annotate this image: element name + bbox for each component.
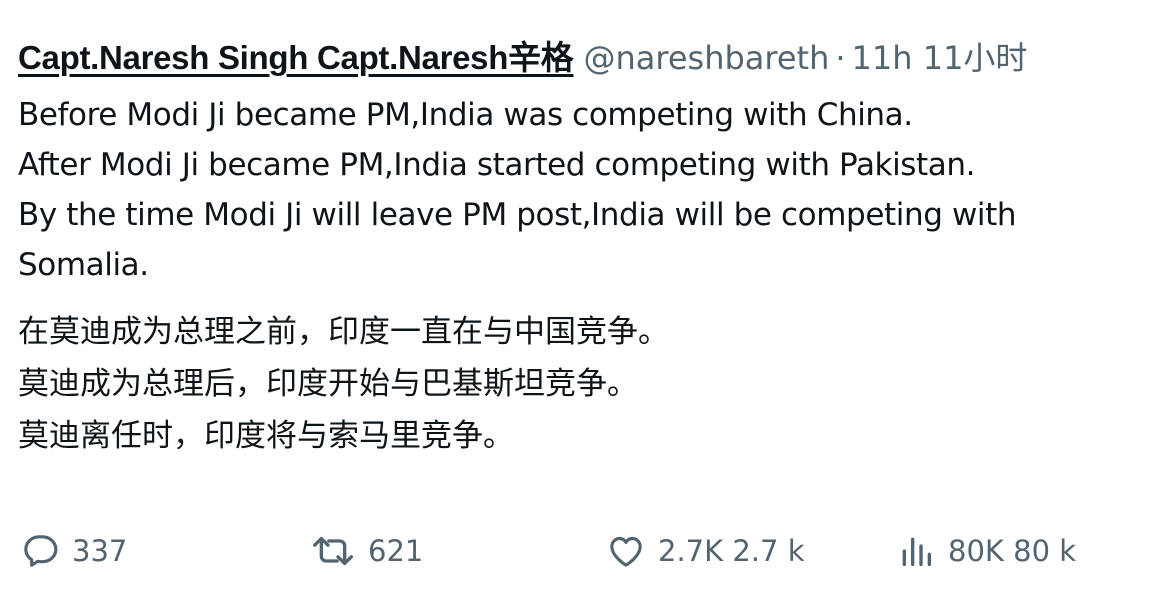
tweet-text-line: After Modi Ji became PM,India started co… [18, 147, 976, 183]
tweet-text-line: Somalia. [18, 247, 149, 283]
separator-dot: · [835, 39, 846, 77]
author-display-name[interactable]: Capt.Naresh Singh Capt.Naresh辛格 [18, 39, 574, 76]
tweet-timestamp[interactable]: 11h 11小时 [852, 39, 1028, 77]
reply-icon [20, 531, 60, 571]
reply-count: 337 [72, 534, 128, 568]
tweet-action-bar: 337 621 2.7K 2.7 k 80K 80 k [0, 526, 1176, 576]
retweet-icon [310, 531, 356, 571]
like-button[interactable]: 2.7K 2.7 k [606, 526, 805, 576]
heart-icon [606, 531, 646, 571]
tweet-text-chinese: 在莫迪成为总理之前，印度一直在与中国竞争。 莫迪成为总理后，印度开始与巴基斯坦竞… [18, 306, 669, 462]
tweet-text-line: 莫迪离任时，印度将与索马里竞争。 [18, 418, 514, 454]
tweet-header: Capt.Naresh Singh Capt.Naresh辛格 @nareshba… [18, 38, 1027, 78]
tweet-text-line: By the time Modi Ji will leave PM post,I… [18, 197, 1017, 233]
tweet-card: Capt.Naresh Singh Capt.Naresh辛格 @nareshba… [0, 0, 1176, 598]
author-handle[interactable]: @nareshbareth [583, 39, 829, 77]
views-icon [896, 531, 936, 571]
views-count: 80K 80 k [948, 534, 1077, 568]
retweet-count: 621 [368, 534, 424, 568]
tweet-text-line: 莫迪成为总理后，印度开始与巴基斯坦竞争。 [18, 366, 638, 402]
tweet-text-line: 在莫迪成为总理之前，印度一直在与中国竞争。 [18, 314, 669, 350]
reply-button[interactable]: 337 [20, 526, 127, 576]
tweet-text-line: Before Modi Ji became PM,India was compe… [18, 97, 913, 133]
like-count: 2.7K 2.7 k [658, 534, 805, 568]
tweet-text-english: Before Modi Ji became PM,India was compe… [18, 90, 1176, 290]
views-button[interactable]: 80K 80 k [896, 526, 1076, 576]
retweet-button[interactable]: 621 [310, 526, 423, 576]
